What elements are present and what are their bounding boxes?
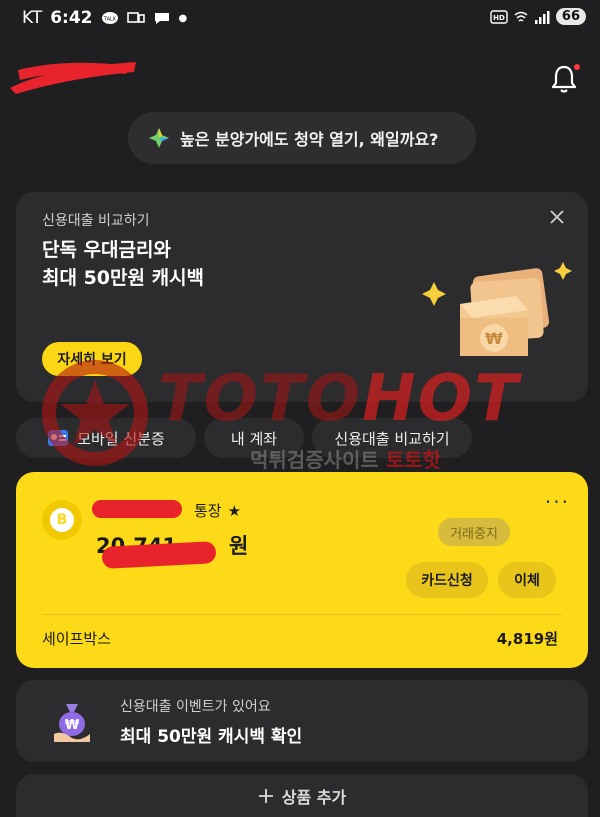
hd-icon: HD bbox=[490, 9, 508, 24]
clock: 6:42 bbox=[50, 8, 93, 28]
carrier-label: KT bbox=[22, 8, 43, 28]
status-bar: KT 6:42 TALK ● HD 66 bbox=[0, 0, 600, 36]
promo-details-button[interactable]: 자세히 보기 bbox=[42, 342, 142, 376]
status-left: KT 6:42 TALK ● bbox=[22, 8, 187, 28]
loan-event-card[interactable]: ₩ 신용대출 이벤트가 있어요 최대 50만원 캐시백 확인 bbox=[16, 680, 588, 762]
user-name-redacted bbox=[10, 62, 136, 94]
notification-dot bbox=[574, 64, 580, 70]
promo-subtitle: 신용대출 비교하기 bbox=[42, 213, 150, 229]
quick-link-label: 신용대출 비교하기 bbox=[334, 429, 450, 448]
svg-text:TALK: TALK bbox=[102, 17, 116, 23]
bank-avatar-letter: B bbox=[50, 508, 74, 532]
promo-title: 단독 우대금리와 최대 50만원 캐시백 bbox=[42, 236, 204, 292]
svg-text:HD: HD bbox=[493, 14, 505, 22]
safebox-value: 4,819원 bbox=[496, 630, 558, 648]
wifi-5g-icon bbox=[514, 11, 528, 22]
battery-indicator: 66 bbox=[555, 8, 586, 25]
id-card-icon bbox=[48, 430, 69, 446]
money-box-illustration: ₩ bbox=[422, 262, 572, 356]
safebox-label[interactable]: 세이프박스 bbox=[42, 628, 111, 649]
more-options-icon[interactable]: ··· bbox=[545, 490, 570, 514]
status-badge: 거래중지 bbox=[438, 518, 510, 546]
promo-title-line2: 최대 50만원 캐시백 bbox=[42, 267, 205, 289]
balance-redaction bbox=[101, 541, 217, 569]
divider bbox=[42, 614, 562, 615]
promo-title-line1: 단독 우대금리와 bbox=[42, 239, 171, 261]
sparkle-icon bbox=[149, 128, 169, 148]
card-apply-button[interactable]: 카드신청 bbox=[406, 562, 488, 598]
svg-text:₩: ₩ bbox=[65, 718, 80, 733]
dot-indicator-icon: ● bbox=[178, 12, 188, 24]
talk-notification-icon: TALK bbox=[101, 12, 118, 24]
news-notice-pill[interactable]: 높은 분양가에도 청약 열기, 왜일까요? bbox=[128, 112, 476, 164]
add-product-label: 상품 추가 bbox=[281, 788, 347, 807]
screen-notification-icon bbox=[126, 12, 145, 23]
won-symbol: ₩ bbox=[485, 329, 503, 348]
account-name-redaction bbox=[92, 500, 182, 518]
quick-link-label: 모바일 신분증 bbox=[77, 429, 165, 448]
add-product-button[interactable]: 상품 추가 bbox=[16, 774, 588, 817]
money-bag-icon: ₩ bbox=[54, 704, 90, 742]
transfer-button[interactable]: 이체 bbox=[498, 562, 556, 598]
quick-link-loan-compare[interactable]: 신용대출 비교하기 bbox=[312, 418, 472, 458]
notice-text: 높은 분양가에도 청약 열기, 왜일까요? bbox=[180, 130, 439, 149]
quick-link-label: 내 계좌 bbox=[230, 429, 278, 448]
event-subtitle: 신용대출 이벤트가 있어요 bbox=[120, 699, 271, 715]
bank-avatar: B bbox=[42, 500, 82, 540]
balance-suffix: 원 bbox=[229, 534, 249, 558]
signal-icon bbox=[534, 10, 550, 24]
close-icon[interactable] bbox=[548, 208, 566, 226]
favorite-star-icon: ★ bbox=[227, 501, 242, 520]
quick-link-my-account[interactable]: 내 계좌 bbox=[204, 418, 304, 458]
account-card[interactable]: B 통장 ★ 20,741,원 ··· 거래중지 카드신청 이체 세이프박스 4… bbox=[16, 472, 588, 668]
quick-link-mobile-id[interactable]: 모바일 신분증 bbox=[16, 418, 196, 458]
chat-notification-icon bbox=[154, 13, 169, 24]
status-right: HD 66 bbox=[490, 8, 586, 25]
plus-icon bbox=[258, 789, 273, 803]
loan-promo-card[interactable]: 신용대출 비교하기 단독 우대금리와 최대 50만원 캐시백 자세히 보기 ₩ bbox=[16, 192, 588, 402]
event-title: 최대 50만원 캐시백 확인 bbox=[120, 727, 303, 747]
account-name-suffix: 통장 bbox=[194, 502, 222, 520]
